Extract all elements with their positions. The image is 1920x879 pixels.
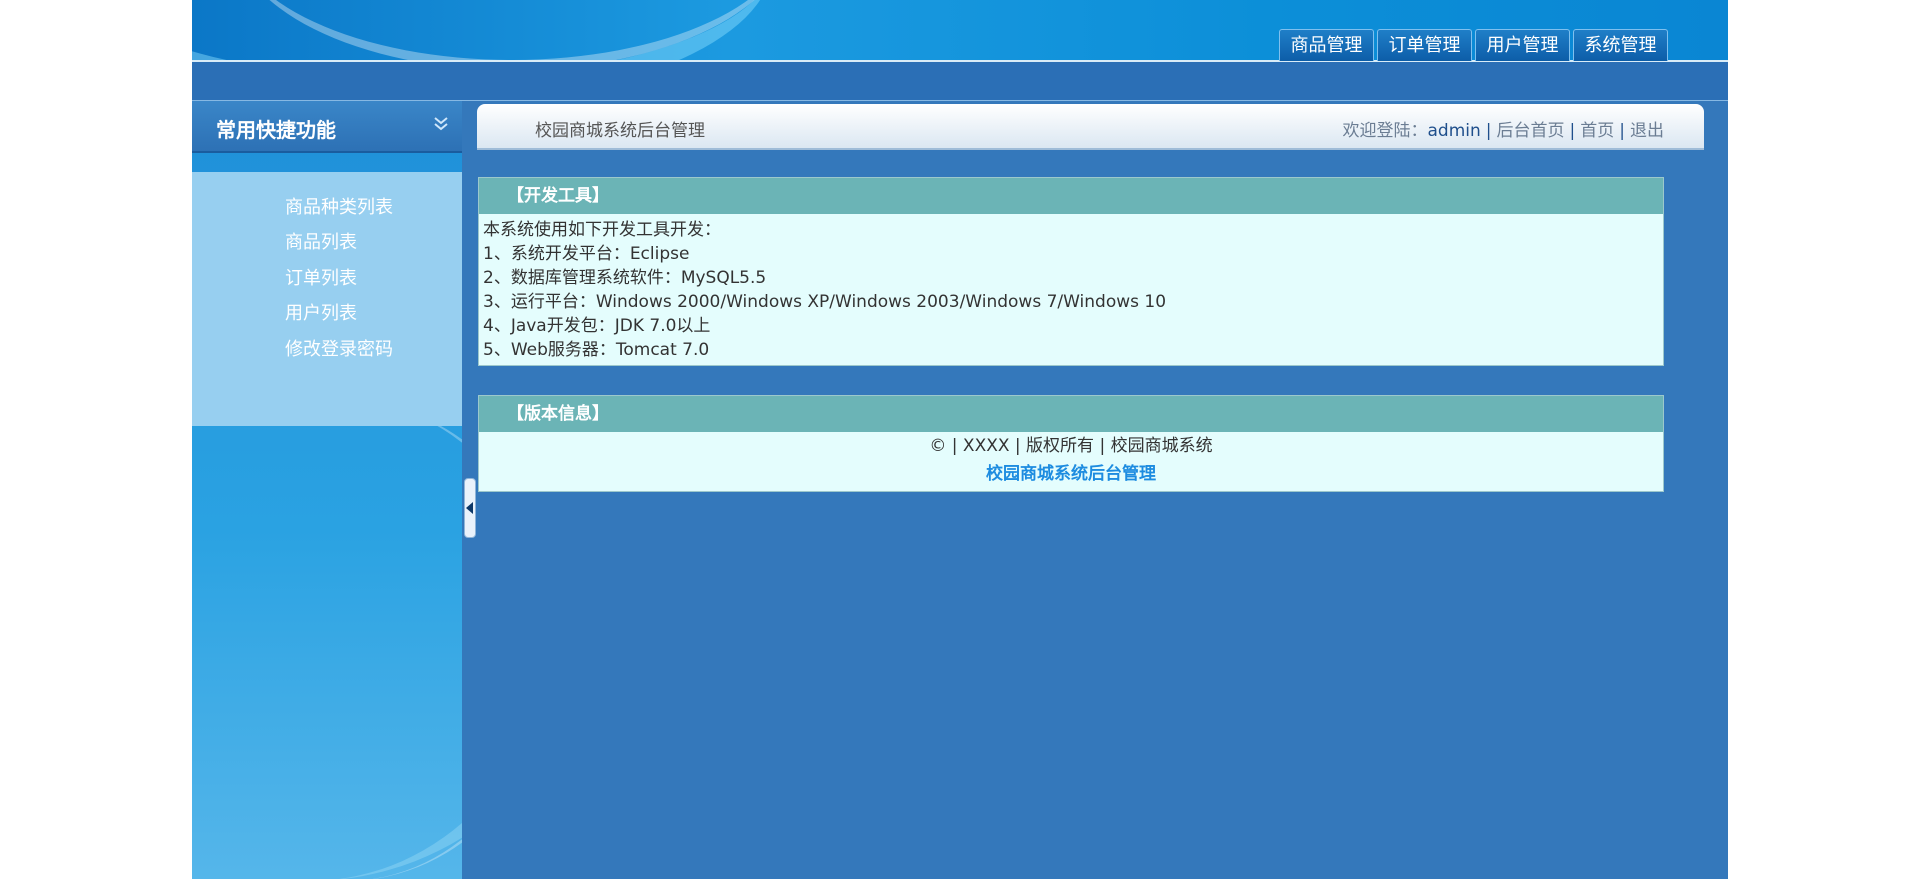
brand-line: 校园商城系统后台管理 [986,464,1156,484]
sidebar-header: 常用快捷功能 [192,101,462,153]
sidebar-splitter [462,101,476,879]
dev-tools-line: 4、Java开发包：JDK 7.0以上 [483,316,711,336]
nav-goods-management[interactable]: 商品管理 [1279,29,1374,61]
sidebar-menu: 商品种类列表 商品列表 订单列表 用户列表 修改登录密码 [192,172,462,426]
user-links: 欢迎登陆：admin | 后台首页 | 首页 | 退出 [1343,116,1664,141]
admin-frame: 商品管理 订单管理 用户管理 系统管理 常用快捷功能 商品种类列表 商品列表 订… [192,0,1728,879]
link-separator: | [1569,121,1576,141]
link-separator: | [1485,121,1492,141]
sidebar-title: 常用快捷功能 [216,118,336,142]
version-info-panel: 【版本信息】 © | XXXX | 版权所有 | 校园商城系统 校园商城系统后台… [478,395,1664,492]
link-separator: | [1619,121,1625,141]
dev-tools-line: 本系统使用如下开发工具开发： [483,220,721,240]
username: admin [1427,121,1481,141]
logout-link[interactable]: 退出 [1630,121,1664,141]
nav-system-management[interactable]: 系统管理 [1573,29,1668,61]
dev-tools-panel: 【开发工具】 本系统使用如下开发工具开发： 1、系统开发平台：Eclipse 2… [478,177,1664,366]
double-chevron-down-icon[interactable] [432,115,450,133]
dev-tools-line: 3、运行平台：Windows 2000/Windows XP/Windows 2… [483,292,1167,312]
system-name: 校园商城系统后台管理 [535,121,705,141]
sidebar: 常用快捷功能 商品种类列表 商品列表 订单列表 用户列表 修改登录密码 [192,101,462,879]
sidebar-item-goods-list[interactable]: 商品列表 [285,228,357,254]
dev-tools-line: 2、数据库管理系统软件：MySQL5.5 [483,268,767,288]
version-info-body: © | XXXX | 版权所有 | 校园商城系统 校园商城系统后台管理 [479,432,1663,491]
home-link[interactable]: 首页 [1580,121,1614,141]
sub-header-band [192,62,1728,101]
breadcrumb-bar: 校园商城系统后台管理 欢迎登陆：admin | 后台首页 | 首页 | 退出 [477,104,1704,150]
dev-tools-line: 5、Web服务器：Tomcat 7.0 [483,340,710,360]
admin-home-link[interactable]: 后台首页 [1497,121,1565,141]
sidebar-swirl-highlight [192,401,462,879]
top-header: 商品管理 订单管理 用户管理 系统管理 [192,0,1728,62]
top-nav: 商品管理 订单管理 用户管理 系统管理 [1279,29,1668,61]
sidebar-item-user-list[interactable]: 用户列表 [285,299,357,325]
nav-user-management[interactable]: 用户管理 [1475,29,1570,61]
dev-tools-body: 本系统使用如下开发工具开发： 1、系统开发平台：Eclipse 2、数据库管理系… [479,214,1663,365]
collapse-sidebar-handle[interactable] [464,478,476,538]
version-info-title: 【版本信息】 [479,396,1663,432]
arrow-left-icon [466,502,473,514]
dev-tools-line: 1、系统开发平台：Eclipse [483,244,690,264]
sidebar-item-change-password[interactable]: 修改登录密码 [285,335,393,361]
welcome-label: 欢迎登陆： [1342,121,1428,141]
sidebar-item-order-list[interactable]: 订单列表 [285,264,357,290]
nav-order-management[interactable]: 订单管理 [1377,29,1472,61]
copyright-line: © | XXXX | 版权所有 | 校园商城系统 [929,436,1213,456]
dev-tools-title: 【开发工具】 [479,178,1663,214]
sidebar-item-category-list[interactable]: 商品种类列表 [285,193,393,219]
